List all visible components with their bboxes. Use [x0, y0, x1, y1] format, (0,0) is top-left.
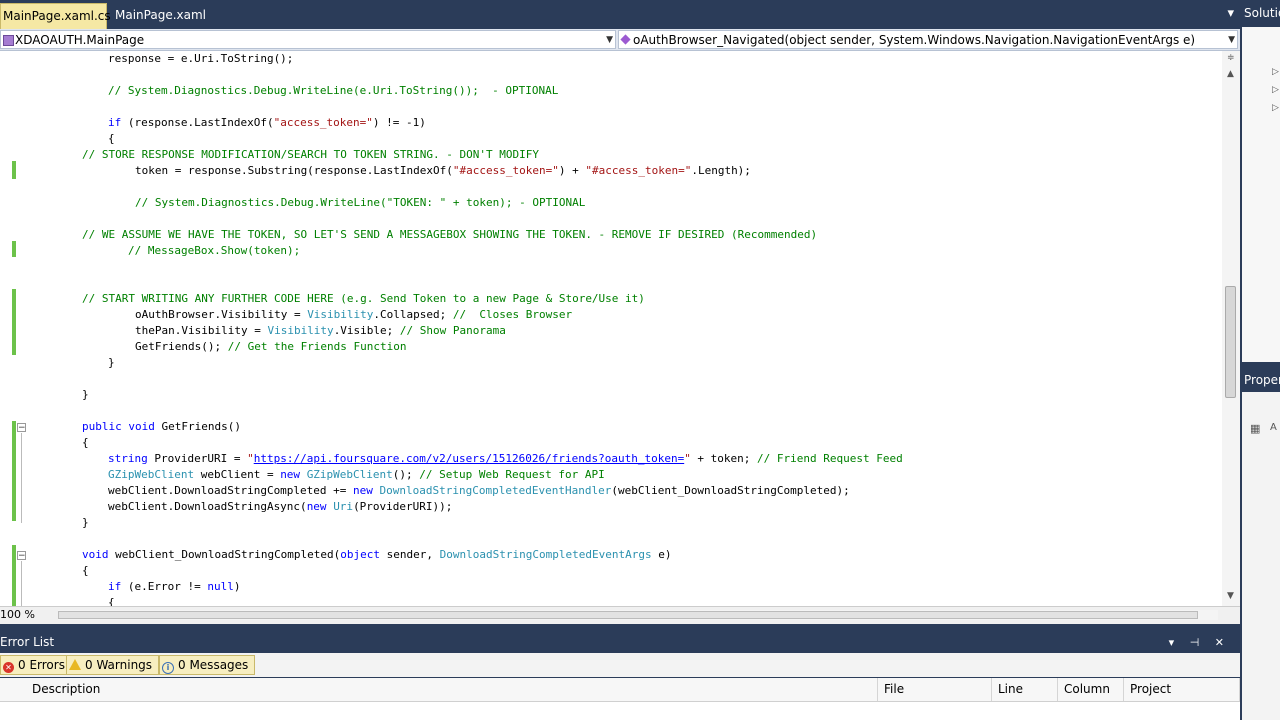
code-line: GetFriends(); // Get the Friends Functio…: [135, 340, 407, 353]
scrollbar-thumb[interactable]: [1225, 286, 1236, 398]
info-icon: i: [162, 662, 174, 674]
split-icon[interactable]: ≑: [1227, 53, 1235, 63]
error-list-toolbar: ✕ 0 Errors 0 Warnings i 0 Messages: [0, 653, 1240, 677]
error-list-body: [0, 702, 1240, 720]
editor-horizontal-scrollbar[interactable]: [58, 610, 1218, 620]
class-dropdown[interactable]: XDAOAUTH.MainPage ▼: [0, 30, 616, 49]
collapse-toggle[interactable]: −: [17, 423, 26, 433]
solution-explorer-panel[interactable]: ▷ ▷ ▷: [1242, 27, 1280, 362]
code-line: // STORE RESPONSE MODIFICATION/SEARCH TO…: [82, 148, 539, 161]
code-line: string ProviderURI = "https://api.foursq…: [108, 452, 903, 465]
editor-status-bar: 100 %: [0, 606, 1240, 624]
code-line: // START WRITING ANY FURTHER CODE HERE (…: [82, 292, 645, 305]
window-controls[interactable]: ▾ ⊣ ✕: [1169, 633, 1230, 652]
member-dropdown-value: oAuthBrowser_Navigated(object sender, Sy…: [633, 33, 1196, 47]
properties-panel[interactable]: ▦ A: [1242, 392, 1280, 720]
code-line: {: [108, 132, 115, 145]
messages-count: 0 Messages: [178, 658, 249, 672]
messages-filter-button[interactable]: i 0 Messages: [159, 655, 256, 675]
code-line: {: [82, 564, 89, 577]
class-dropdown-value: XDAOAUTH.MainPage: [15, 33, 145, 47]
code-line: {: [108, 596, 115, 606]
code-line: if (e.Error != null): [108, 580, 241, 593]
column-header-description[interactable]: Description: [26, 678, 878, 701]
tree-expander-icon[interactable]: ▷: [1272, 67, 1279, 77]
method-icon: [620, 34, 631, 45]
solution-explorer-title: Solutio: [1244, 6, 1280, 20]
column-header-column[interactable]: Column: [1058, 678, 1124, 701]
code-line: // System.Diagnostics.Debug.WriteLine("T…: [135, 196, 586, 209]
sort-alpha-icon[interactable]: A: [1270, 422, 1277, 433]
properties-title: Proper: [1244, 373, 1280, 387]
zoom-level[interactable]: 100 %: [0, 608, 35, 621]
categorized-icon[interactable]: ▦: [1250, 422, 1260, 435]
code-line: response = e.Uri.ToString();: [108, 52, 294, 65]
code-line: }: [82, 516, 89, 529]
error-list-header: Error List ▾ ⊣ ✕: [0, 633, 1240, 652]
change-marker: [12, 421, 16, 521]
code-line: if (response.LastIndexOf("access_token="…: [108, 116, 426, 129]
change-marker: [12, 161, 16, 179]
editor-vertical-scrollbar[interactable]: ≑ ▲ ▼: [1222, 51, 1240, 606]
scroll-down-icon[interactable]: ▼: [1227, 591, 1234, 601]
collapse-toggle[interactable]: −: [17, 551, 26, 561]
tree-expander-icon[interactable]: ▷: [1272, 85, 1279, 95]
editor-gutter: − −: [0, 51, 40, 606]
tab-dropdown-icon[interactable]: ▾: [1227, 6, 1234, 21]
code-line: }: [82, 388, 89, 401]
code-line: // System.Diagnostics.Debug.WriteLine(e.…: [108, 84, 559, 97]
document-tab-strip: MainPage.xaml.cs MainPage.xaml ▾: [0, 0, 1240, 29]
code-line: public void GetFriends(): [82, 420, 241, 433]
errors-filter-button[interactable]: ✕ 0 Errors: [0, 655, 72, 675]
column-header-line[interactable]: Line: [992, 678, 1058, 701]
scrollbar-thumb[interactable]: [58, 611, 1198, 619]
errors-count: 0 Errors: [18, 658, 65, 672]
error-list-column-headers: Description File Line Column Project: [0, 678, 1240, 702]
warning-icon: [69, 659, 81, 670]
error-list-title: Error List: [0, 635, 55, 649]
warnings-count: 0 Warnings: [85, 658, 153, 672]
right-tool-panels: Solutio ▷ ▷ ▷ Proper ▦ A: [1240, 0, 1280, 720]
scroll-up-icon[interactable]: ▲: [1227, 69, 1234, 79]
column-header-file[interactable]: File: [878, 678, 992, 701]
chevron-down-icon: ▼: [1228, 35, 1235, 45]
chevron-down-icon: ▼: [606, 35, 613, 45]
tree-expander-icon[interactable]: ▷: [1272, 103, 1279, 113]
code-line: thePan.Visibility = Visibility.Visible; …: [135, 324, 506, 337]
code-line: // WE ASSUME WE HAVE THE TOKEN, SO LET'S…: [82, 228, 818, 241]
code-line: webClient.DownloadStringCompleted += new…: [108, 484, 850, 497]
member-dropdown[interactable]: oAuthBrowser_Navigated(object sender, Sy…: [618, 30, 1238, 49]
outline-guide: [21, 561, 22, 606]
class-icon: [3, 35, 14, 46]
navigation-bar: XDAOAUTH.MainPage ▼ oAuthBrowser_Navigat…: [0, 29, 1240, 51]
tab-mainpage-xaml[interactable]: MainPage.xaml: [108, 3, 218, 29]
code-line: oAuthBrowser.Visibility = Visibility.Col…: [135, 308, 573, 321]
code-line: webClient.DownloadStringAsync(new Uri(Pr…: [108, 500, 453, 513]
warnings-filter-button[interactable]: 0 Warnings: [66, 655, 160, 675]
change-marker: [12, 545, 16, 606]
code-line: void webClient_DownloadStringCompleted(o…: [82, 548, 672, 561]
code-line: {: [82, 436, 89, 449]
change-marker: [12, 241, 16, 257]
tab-mainpage-xaml-cs[interactable]: MainPage.xaml.cs: [0, 3, 111, 29]
code-line: // MessageBox.Show(token);: [128, 244, 301, 257]
code-line: GZipWebClient webClient = new GZipWebCli…: [108, 468, 605, 481]
change-marker: [12, 289, 16, 355]
code-editor[interactable]: − − response = e.Uri.ToString(); // Syst…: [0, 51, 1222, 606]
code-line: }: [108, 356, 115, 369]
outline-guide: [21, 433, 22, 523]
error-icon: ✕: [3, 662, 14, 673]
code-line: token = response.Substring(response.Last…: [135, 164, 751, 177]
column-header-project[interactable]: Project: [1124, 678, 1240, 701]
